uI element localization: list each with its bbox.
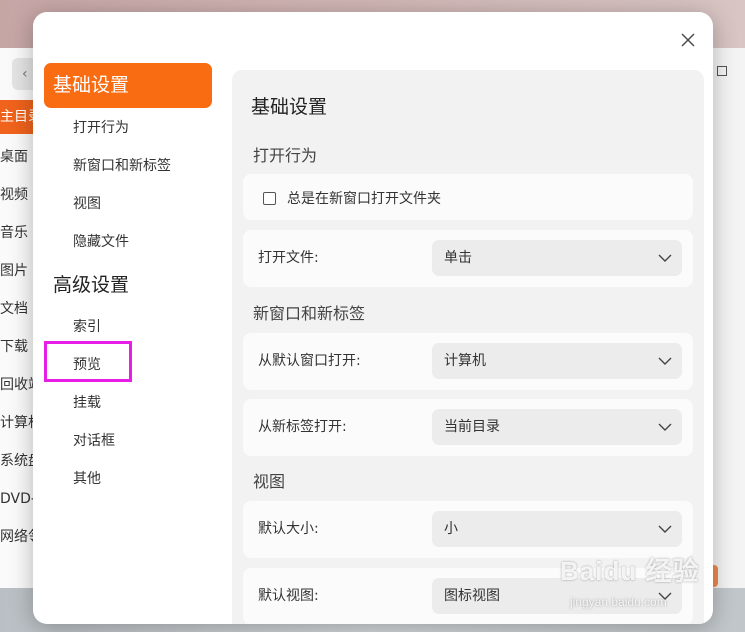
default-size-row: 默认大小: 小 (243, 501, 693, 558)
open-file-select-value: 单击 (444, 250, 472, 266)
chevron-down-icon (658, 525, 672, 533)
chevron-down-icon (658, 357, 672, 365)
nav-item-dialog[interactable]: 对话框 (73, 429, 115, 453)
default-size-select[interactable]: 小 (432, 511, 682, 547)
chevron-down-icon (658, 423, 672, 431)
default-size-select-value: 小 (444, 521, 458, 537)
new-tab-row: 从新标签打开: 当前目录 (243, 399, 693, 456)
default-view-select[interactable]: 图标视图 (432, 578, 682, 614)
open-in-new-window-checkbox[interactable] (263, 191, 276, 205)
nav-item-new-window[interactable]: 新窗口和新标签 (73, 154, 171, 178)
open-in-new-window-label: 总是在新窗口打开文件夹 (287, 191, 441, 207)
new-tab-select-value: 当前目录 (444, 419, 500, 435)
default-window-row: 从默认窗口打开: 计算机 (243, 333, 693, 390)
nav-item-view[interactable]: 视图 (73, 192, 101, 216)
open-in-new-window-option[interactable]: 总是在新窗口打开文件夹 (263, 188, 441, 208)
nav-group-advanced[interactable]: 高级设置 (44, 263, 212, 308)
nav-item-index[interactable]: 索引 (73, 315, 101, 339)
default-view-row: 默认视图: 图标视图 (243, 568, 693, 624)
settings-nav: 基础设置 打开行为 新窗口和新标签 视图 隐藏文件 高级设置 索引 预览 挂载 … (33, 12, 223, 624)
default-window-select[interactable]: 计算机 (432, 343, 682, 379)
open-file-row: 打开文件: 单击 (243, 230, 693, 287)
nav-item-open-behavior[interactable]: 打开行为 (73, 116, 129, 140)
default-window-label: 从默认窗口打开: (258, 353, 361, 369)
preview-highlight-box (44, 341, 132, 382)
open-in-new-window-card: 总是在新窗口打开文件夹 (243, 174, 693, 220)
section-title-new-window: 新窗口和新标签 (253, 304, 366, 323)
default-size-label: 默认大小: (258, 521, 319, 537)
nav-group-basic[interactable]: 基础设置 (44, 63, 212, 108)
nav-item-other[interactable]: 其他 (73, 467, 101, 491)
section-title-view: 视图 (253, 472, 286, 491)
default-view-select-value: 图标视图 (444, 588, 500, 604)
close-icon[interactable] (677, 29, 699, 51)
content-title: 基础设置 (251, 96, 328, 118)
settings-content: 基础设置 打开行为 总是在新窗口打开文件夹 打开文件: 单击 新窗口和新标签 从… (232, 70, 704, 624)
settings-dialog: 基础设置 打开行为 新窗口和新标签 视图 隐藏文件 高级设置 索引 预览 挂载 … (33, 12, 713, 624)
section-title-open-behavior: 打开行为 (253, 146, 318, 165)
chevron-down-icon (658, 592, 672, 600)
nav-item-mount[interactable]: 挂载 (73, 391, 101, 415)
open-file-label: 打开文件: (258, 250, 319, 266)
new-tab-label: 从新标签打开: (258, 419, 347, 435)
maximize-icon[interactable] (717, 66, 727, 76)
chevron-down-icon (658, 254, 672, 262)
default-view-label: 默认视图: (258, 588, 319, 604)
default-window-select-value: 计算机 (444, 353, 486, 369)
open-file-select[interactable]: 单击 (432, 240, 682, 276)
nav-item-hidden-files[interactable]: 隐藏文件 (73, 230, 129, 254)
new-tab-select[interactable]: 当前目录 (432, 409, 682, 445)
